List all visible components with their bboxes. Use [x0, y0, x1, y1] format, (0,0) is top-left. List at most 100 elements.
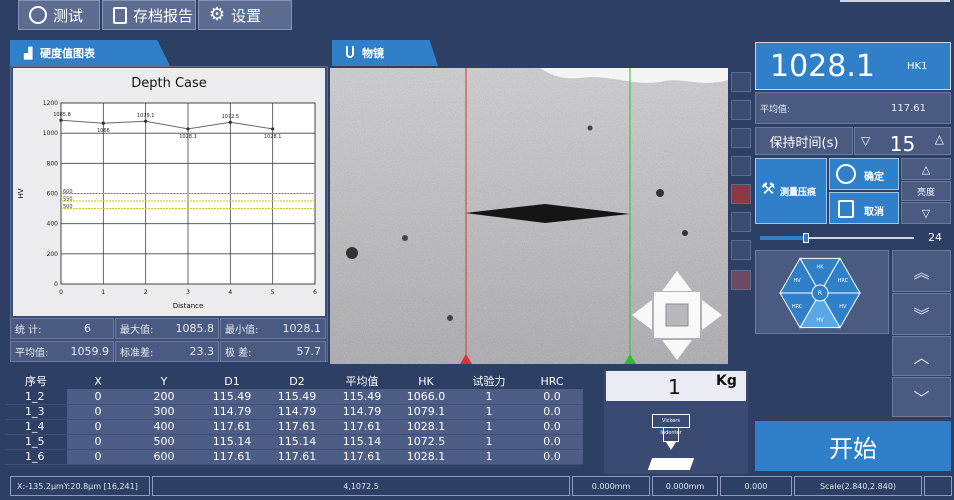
- tool-blank-2[interactable]: [731, 240, 751, 260]
- y-tick-label: 200: [47, 251, 59, 258]
- indenter-label: Vickers Indenter: [652, 414, 690, 436]
- depth-case-chart: Depth Case 0 1 2 3 4 5 6 0 200 400 600 800 1000 1200 60…: [17, 76, 317, 310]
- stage-up-fast-button[interactable]: ︽: [892, 250, 951, 292]
- clear-image-icon[interactable]: [731, 128, 751, 148]
- settings-tab-button[interactable]: ⚙ 设置: [198, 0, 292, 30]
- table-row[interactable]: 1_4 0 400 117.61 117.61 117.61 1028.1 1 0.0: [5, 419, 583, 435]
- table-row[interactable]: 1_3 0 300 114.79 114.79 114.79 1079.1 1 0.0: [5, 404, 583, 420]
- y-tick-label: 600: [47, 191, 59, 198]
- chart-panel-tab[interactable]: ▟ 硬度值图表: [10, 40, 170, 66]
- result-display: 1028.1 HK1: [755, 42, 951, 90]
- chart-tab-label: 硬度值图表: [40, 47, 95, 60]
- table-cell: 0: [67, 404, 129, 420]
- x-tick-label: 1: [101, 289, 105, 296]
- measure-indent-button[interactable]: ⚒ 测量压痕: [755, 158, 827, 224]
- table-cell: 0: [67, 389, 129, 405]
- slider-thumb[interactable]: [803, 233, 810, 243]
- confirm-button[interactable]: 确定: [829, 158, 899, 190]
- stat-max-label: 最大值:: [120, 325, 154, 336]
- brightness-up-button[interactable]: △: [901, 158, 951, 180]
- stage-down-fast-button[interactable]: ︾: [892, 293, 951, 335]
- gauge-icon: [29, 6, 47, 24]
- start-button[interactable]: 开始: [755, 421, 951, 471]
- start-label: 开始: [829, 434, 877, 463]
- status-d1: 0.000mm: [572, 476, 650, 496]
- stage-down-button[interactable]: ﹀: [892, 377, 951, 417]
- report-tab-button[interactable]: 存档报告: [102, 0, 196, 30]
- test-tab-button[interactable]: 测试: [18, 0, 100, 30]
- reference-line-label: 550: [63, 197, 73, 203]
- target-icon[interactable]: [731, 184, 751, 204]
- objective-sector-label: HV: [816, 317, 824, 323]
- table-row[interactable]: 1_6 0 600 117.61 117.61 117.61 1028.1 1 0.0: [5, 449, 583, 465]
- load-display[interactable]: 1 Kg: [606, 371, 746, 401]
- table-cell: 0.0: [521, 434, 583, 450]
- cancel-button[interactable]: 取消: [829, 192, 899, 224]
- stat-avg-label: 平均值:: [15, 348, 49, 359]
- hold-decrease-icon[interactable]: ▽: [861, 134, 870, 148]
- status-d2: 0.000mm: [652, 476, 718, 496]
- table-header-cell[interactable]: 平均值: [329, 373, 395, 389]
- table-header-row: 序号 X Y D1 D2 平均值 HK 试验力 HRC: [5, 373, 583, 389]
- table-cell: 1: [457, 419, 521, 435]
- table-header-cell[interactable]: 试验力: [457, 373, 521, 389]
- microscope-view[interactable]: [330, 68, 728, 364]
- table-header-cell[interactable]: D1: [199, 373, 265, 389]
- x-tick-label: 5: [271, 289, 275, 296]
- table-cell: 0: [67, 434, 129, 450]
- y-tick-label: 1200: [43, 100, 58, 107]
- result-value: 1028.1: [770, 49, 875, 84]
- load-value: 1: [668, 375, 681, 399]
- status-coords: X:-135.2μmY:20.8μm [16,241]: [10, 476, 150, 496]
- y-tick-label: 0: [54, 281, 58, 288]
- y-tick-label: 1000: [43, 130, 58, 137]
- table-header-cell[interactable]: HRC: [521, 373, 583, 389]
- grid-icon[interactable]: [731, 270, 751, 290]
- save-image-icon[interactable]: [731, 100, 751, 120]
- confirm-label: 确定: [864, 172, 884, 183]
- tool-blank-1[interactable]: [731, 212, 751, 232]
- stat-std-value: 23.3: [189, 345, 215, 358]
- table-cell: 0: [67, 419, 129, 435]
- table-cell: 117.61: [329, 449, 395, 465]
- triangle-down-icon: ▽: [921, 206, 931, 220]
- table-cell: 117.61: [329, 419, 395, 435]
- objective-octagon[interactable]: HK HRC HV HV HRC HV R: [756, 251, 890, 335]
- hold-increase-icon[interactable]: △: [935, 132, 944, 146]
- crosshair-icon[interactable]: [731, 156, 751, 176]
- table-cell: 1: [457, 389, 521, 405]
- microscope-panel-tab[interactable]: 物镜: [332, 40, 438, 66]
- table-header-cell[interactable]: 序号: [5, 373, 67, 389]
- brightness-slider[interactable]: [760, 233, 914, 243]
- data-label: 1028.1: [179, 134, 197, 140]
- objective-sector-label: HV: [839, 304, 847, 310]
- y-tick-label: 400: [47, 221, 59, 228]
- top-right-indicator: [840, 0, 950, 2]
- result-average: 平均值: 117.61: [755, 92, 951, 124]
- reference-line-label: 500: [63, 204, 73, 210]
- open-image-icon[interactable]: [731, 72, 751, 92]
- table-row[interactable]: 1_2 0 200 115.49 115.49 115.49 1066.0 1 0.0: [5, 389, 583, 405]
- table-row[interactable]: 1_5 0 500 115.14 115.14 115.14 1072.5 1 0.0: [5, 434, 583, 450]
- brightness-down-button[interactable]: ▽: [901, 202, 951, 224]
- cancel-icon: [838, 200, 854, 218]
- objective-center-label: R: [818, 290, 822, 297]
- chevron-up-icon: ︿: [913, 348, 930, 367]
- triangle-up-icon: △: [921, 162, 931, 176]
- table-header-cell[interactable]: X: [67, 373, 129, 389]
- stat-max-value: 1085.8: [175, 322, 215, 335]
- table-header-cell[interactable]: Y: [129, 373, 199, 389]
- stage-up-button[interactable]: ︿: [892, 336, 951, 376]
- table-header-cell[interactable]: D2: [265, 373, 329, 389]
- table-cell: 1028.1: [395, 419, 457, 435]
- stat-min: 最小值: 1028.1: [220, 318, 326, 339]
- load-unit: Kg: [716, 373, 737, 389]
- table-cell: 115.14: [329, 434, 395, 450]
- table-cell: 400: [129, 419, 199, 435]
- status-scale: Scale(2.840,2.840): [794, 476, 922, 496]
- table-cell: 1: [457, 404, 521, 420]
- table-cell: 115.49: [265, 389, 329, 405]
- table-cell: 1066.0: [395, 389, 457, 405]
- hold-time-button[interactable]: 保持时间(s): [755, 127, 853, 155]
- table-header-cell[interactable]: HK: [395, 373, 457, 389]
